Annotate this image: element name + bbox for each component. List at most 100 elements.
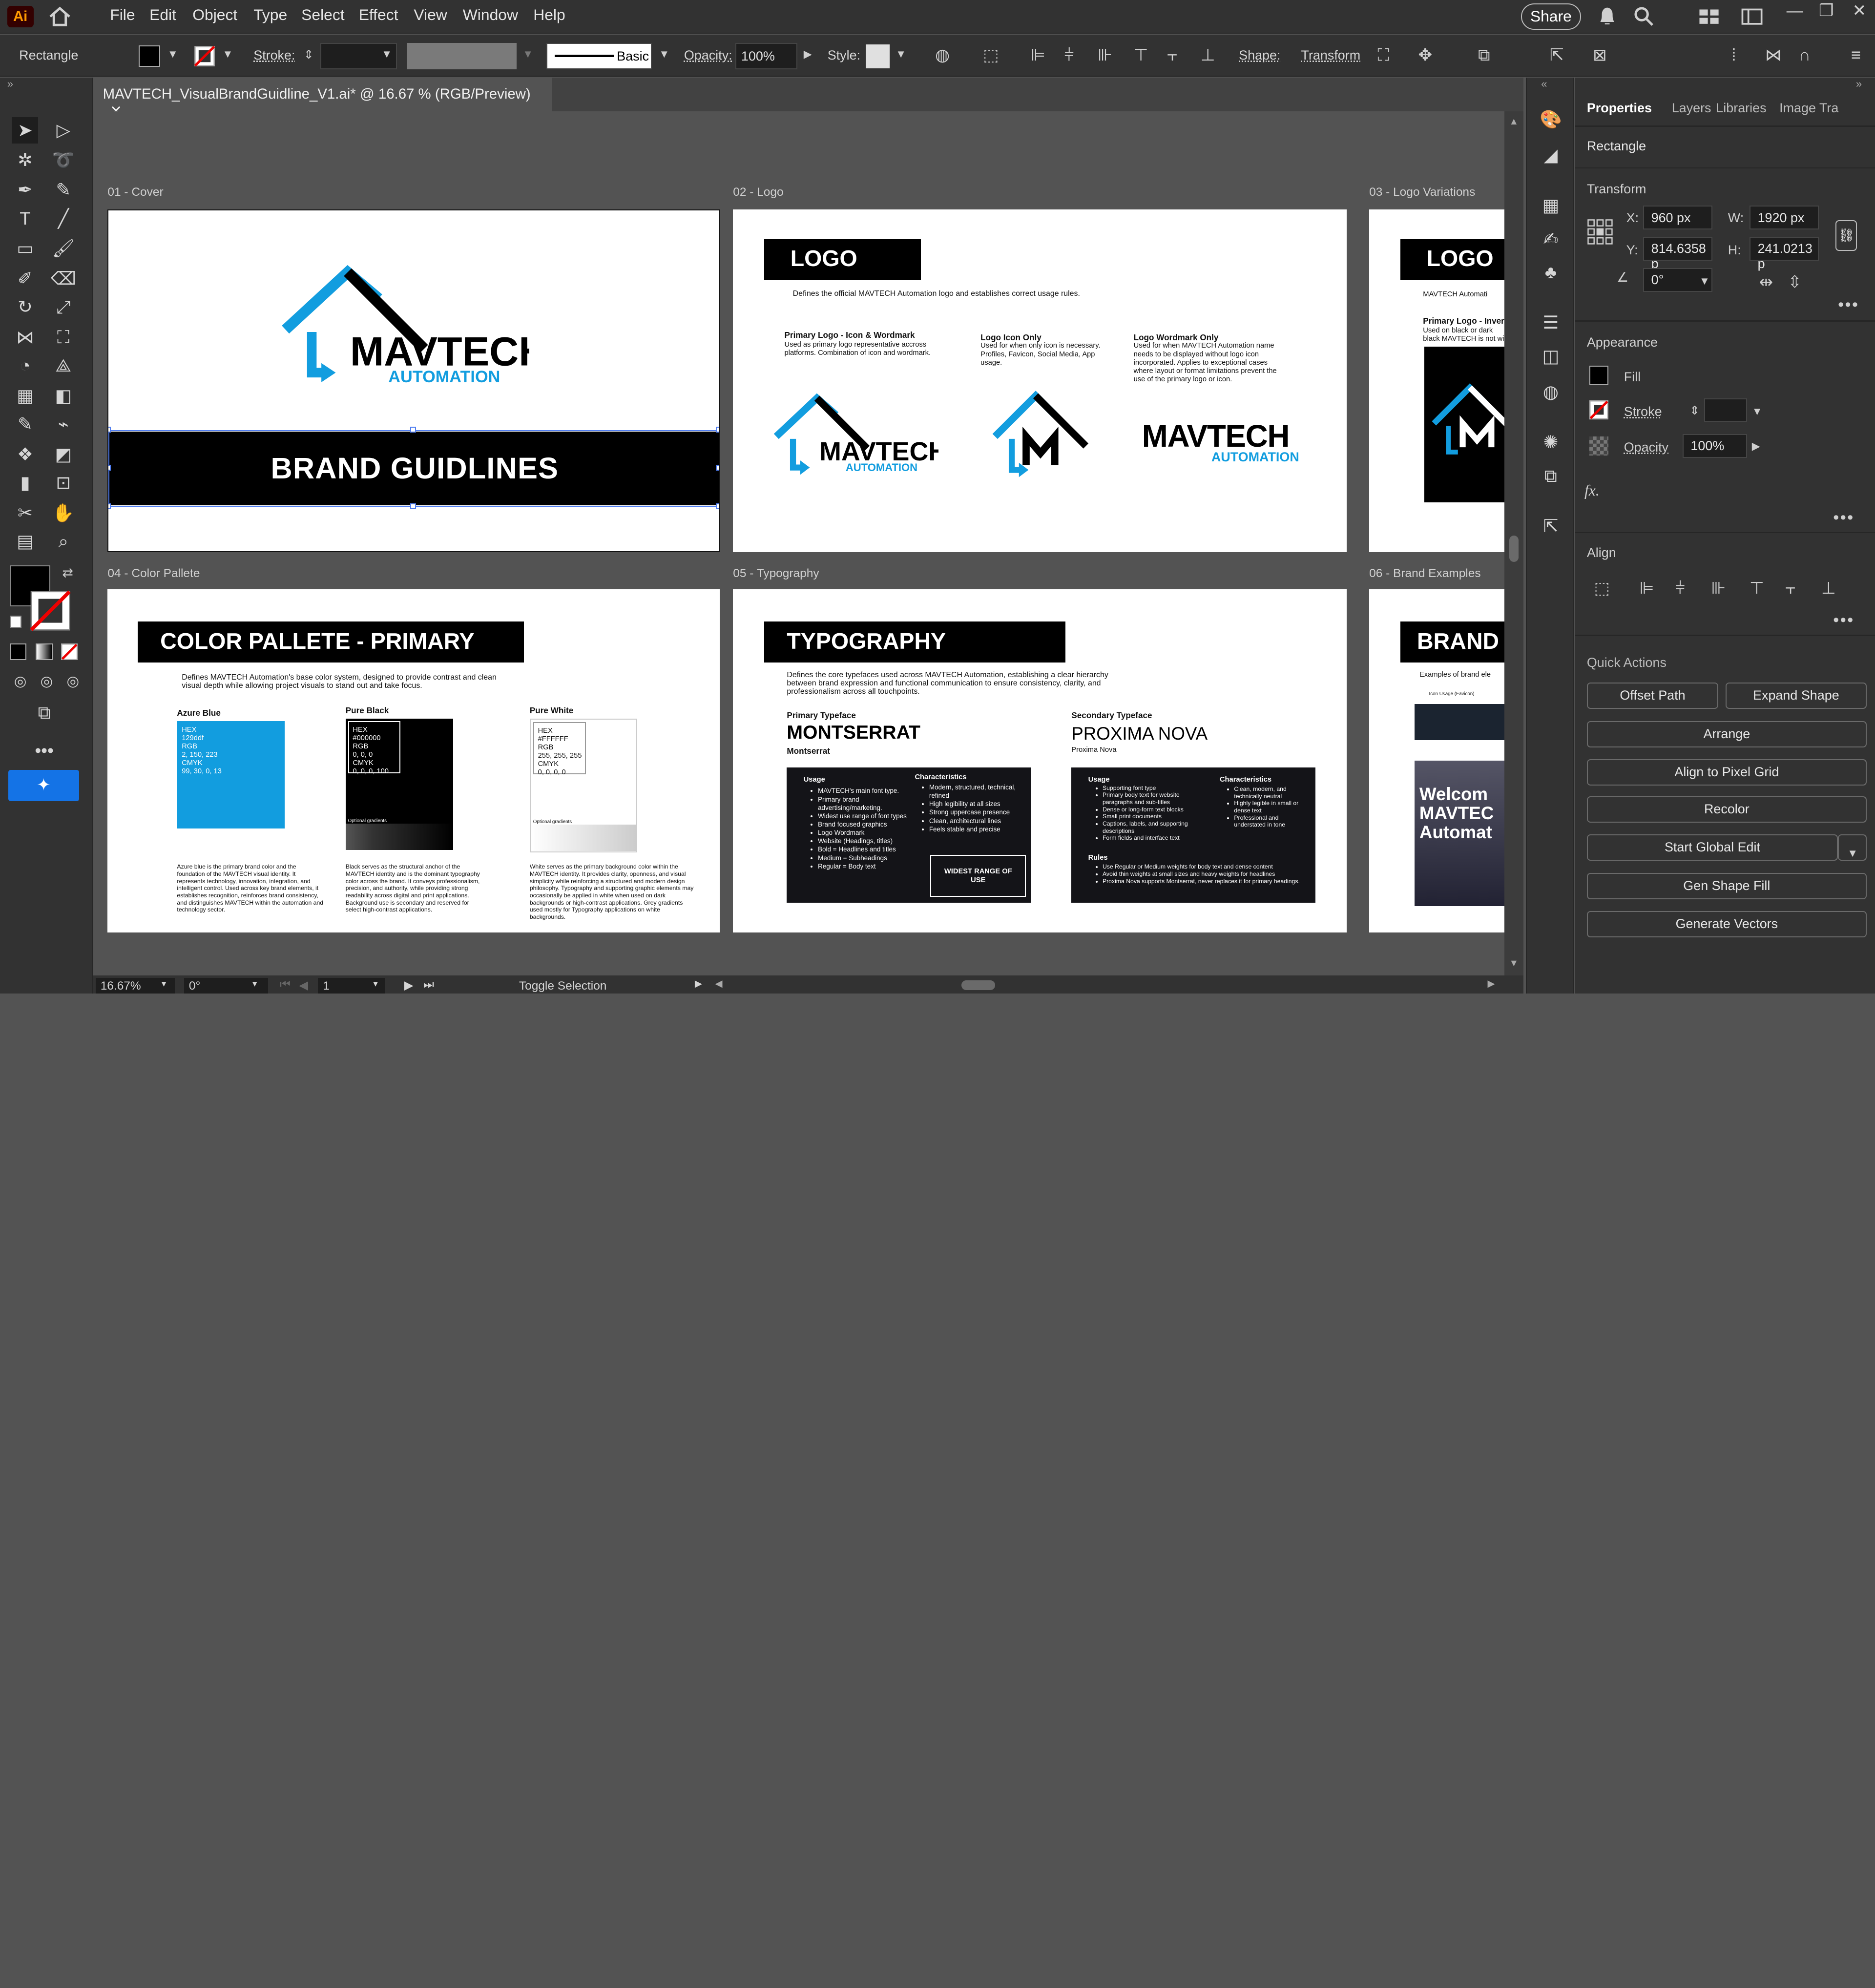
stepper-icon[interactable]: ⇕ bbox=[1689, 403, 1700, 419]
menu-edit[interactable]: Edit bbox=[149, 6, 176, 24]
artboard-tool-icon[interactable]: ⊡ bbox=[50, 470, 77, 496]
selection-handle[interactable] bbox=[716, 426, 719, 433]
chevron-down-icon[interactable]: ▼ bbox=[167, 48, 178, 61]
vertical-scrollbar[interactable]: ▲ ▼ bbox=[1504, 111, 1523, 976]
rotate-tool-icon[interactable]: ↻ bbox=[12, 294, 38, 320]
constrain-proportions-icon[interactable]: ⛓ bbox=[1835, 220, 1857, 251]
chevron-down-icon[interactable]: ▼ bbox=[522, 48, 533, 61]
selection-handle[interactable] bbox=[410, 503, 416, 509]
menu-icon[interactable]: ≡ bbox=[1851, 46, 1861, 63]
menu-select[interactable]: Select bbox=[301, 6, 344, 24]
opacity-label[interactable]: Opacity: bbox=[684, 48, 732, 63]
fx-icon[interactable]: fx. bbox=[1584, 482, 1600, 499]
scale-tool-icon[interactable]: ⤢ bbox=[50, 294, 77, 320]
tab-properties[interactable]: Properties bbox=[1587, 101, 1652, 116]
chevron-down-icon[interactable]: ▼ bbox=[1752, 405, 1763, 418]
tab-layers[interactable]: Layers bbox=[1672, 101, 1711, 116]
transparency-panel-icon[interactable]: ◫ bbox=[1538, 343, 1564, 370]
swatches-panel-icon[interactable]: ▦ bbox=[1538, 192, 1564, 219]
menu-file[interactable]: File bbox=[110, 6, 135, 24]
swatch-pure-white[interactable]: HEX #FFFFFF RGB 255, 255, 255 CMYK 0, 0,… bbox=[529, 718, 638, 853]
color-panel-icon[interactable]: 🎨 bbox=[1538, 106, 1564, 133]
perspective-grid-icon[interactable]: ⟁ bbox=[50, 352, 77, 379]
x-field[interactable]: 960 px bbox=[1643, 206, 1712, 230]
collapse-icon[interactable]: » bbox=[7, 78, 13, 90]
graph-tool-icon[interactable]: ▮ bbox=[12, 470, 38, 496]
chevron-down-icon[interactable]: ▼ bbox=[659, 48, 669, 61]
align-to-icon[interactable]: ⬚ bbox=[983, 46, 999, 63]
paintbrush-tool-icon[interactable]: 🖌 bbox=[50, 235, 77, 262]
stroke-label[interactable]: Stroke bbox=[1624, 404, 1662, 419]
chevron-down-icon[interactable]: ▼ bbox=[896, 48, 906, 61]
selection-handle[interactable] bbox=[716, 465, 719, 471]
document-tab[interactable]: MAVTECH_VisualBrandGuidline_V1.ai* @ 16.… bbox=[93, 78, 553, 119]
style-swatch[interactable] bbox=[866, 44, 890, 68]
expand-shape-button[interactable]: Expand Shape bbox=[1725, 683, 1867, 709]
scroll-thumb[interactable] bbox=[1509, 536, 1519, 562]
shape-label[interactable]: Shape: bbox=[1239, 48, 1280, 63]
y-field[interactable]: 814.6358 p bbox=[1643, 236, 1712, 271]
puppet-warp-icon[interactable]: ✥ bbox=[1418, 46, 1433, 63]
workspace-icon[interactable] bbox=[1741, 8, 1763, 25]
collapse-panel-icon[interactable]: » bbox=[1856, 78, 1862, 90]
width-tool-icon[interactable]: ⋈ bbox=[12, 324, 38, 351]
pathfinder-icon[interactable]: ⧉ bbox=[1478, 46, 1490, 63]
offset-path-button[interactable]: Offset Path bbox=[1586, 683, 1719, 709]
opacity-field[interactable]: 100% bbox=[735, 43, 798, 70]
shaper-tool-icon[interactable]: ✐ bbox=[12, 266, 38, 292]
stepper-icon[interactable]: ⇕ bbox=[304, 47, 314, 63]
tab-image-trace[interactable]: Image Tra bbox=[1779, 101, 1838, 116]
h-field[interactable]: 241.0213 p bbox=[1749, 236, 1819, 271]
prev-artboard-icon[interactable]: ◀ bbox=[299, 978, 308, 993]
align-to-icon[interactable]: ⬚ bbox=[1594, 580, 1610, 597]
menu-object[interactable]: Object bbox=[192, 6, 237, 24]
export-panel-icon[interactable]: ⇱ bbox=[1538, 513, 1564, 539]
zoom-tool-icon[interactable]: ⌕ bbox=[50, 528, 77, 555]
recolor-artwork-icon[interactable]: ◍ bbox=[935, 46, 950, 63]
direct-selection-tool-icon[interactable]: ▷ bbox=[50, 117, 77, 144]
type-tool-icon[interactable]: T bbox=[12, 206, 38, 232]
chevron-down-icon[interactable]: ▼ bbox=[381, 48, 392, 61]
brushes-panel-icon[interactable]: ✍ bbox=[1538, 226, 1564, 252]
stroke-panel-icon[interactable]: ☰ bbox=[1538, 310, 1564, 336]
isolate-icon[interactable]: ⋈ bbox=[1765, 46, 1782, 63]
chevron-right-icon[interactable]: ▶ bbox=[804, 48, 812, 61]
draw-behind-icon[interactable]: ◎ bbox=[34, 668, 60, 695]
eraser-tool-icon[interactable]: ⌫ bbox=[50, 266, 77, 292]
chevron-right-icon[interactable]: ▶ bbox=[1752, 440, 1760, 453]
stroke-color-swatch[interactable] bbox=[29, 589, 72, 632]
align-bottom-icon[interactable]: ⊥ bbox=[1821, 580, 1836, 597]
menu-view[interactable]: View bbox=[414, 6, 447, 24]
start-global-edit-button[interactable]: Start Global Edit bbox=[1586, 834, 1838, 861]
scroll-up-icon[interactable]: ▲ bbox=[1509, 116, 1519, 127]
align-top-icon[interactable]: ⊤ bbox=[1134, 46, 1148, 63]
generate-vectors-button[interactable]: Generate Vectors bbox=[1586, 911, 1867, 937]
slice-tool-icon[interactable]: ✂ bbox=[12, 500, 38, 526]
align-middle-icon[interactable]: ⫟ bbox=[1785, 580, 1795, 597]
artboard-typography[interactable]: TYPOGRAPHY Defines the core typefaces us… bbox=[733, 589, 1347, 933]
reference-point-icon[interactable] bbox=[1587, 219, 1613, 245]
arrange-documents-icon[interactable] bbox=[1698, 8, 1720, 25]
swatch-azure-blue[interactable]: HEX 129ddf RGB 2, 150, 223 CMYK 99, 30, … bbox=[177, 721, 285, 829]
swap-colors-icon[interactable]: ⇄ bbox=[62, 565, 73, 580]
stroke-none-swatch[interactable] bbox=[194, 45, 215, 67]
shape-builder-icon[interactable]: ◔ bbox=[12, 352, 38, 379]
align-center-icon[interactable]: ⫩ bbox=[1064, 46, 1074, 63]
hand-tool-icon[interactable]: ✋ bbox=[50, 500, 77, 526]
more-options-icon[interactable]: ••• bbox=[1833, 611, 1854, 630]
lasso-tool-icon[interactable]: ➰ bbox=[50, 147, 77, 173]
eyedropper-icon[interactable]: ✎ bbox=[12, 411, 38, 437]
align-left-icon[interactable]: ⊫ bbox=[1031, 46, 1045, 63]
transform-label[interactable]: Transform bbox=[1301, 48, 1361, 63]
gradient-panel-icon[interactable]: ◢ bbox=[1538, 142, 1564, 168]
generative-ai-button[interactable]: ✦ bbox=[8, 770, 79, 801]
magic-wand-icon[interactable]: ✲ bbox=[12, 147, 38, 173]
menu-effect[interactable]: Effect bbox=[359, 6, 398, 24]
stroke-swatch[interactable] bbox=[1589, 400, 1608, 420]
more-tools-icon[interactable]: ••• bbox=[31, 738, 58, 764]
selection-handle[interactable] bbox=[108, 465, 111, 471]
free-transform-icon[interactable]: ⛶ bbox=[50, 324, 77, 351]
live-paint-icon[interactable]: ◩ bbox=[50, 441, 77, 468]
align-top-icon[interactable]: ⊤ bbox=[1750, 580, 1764, 597]
gradient-tool-icon[interactable]: ◧ bbox=[50, 383, 77, 409]
